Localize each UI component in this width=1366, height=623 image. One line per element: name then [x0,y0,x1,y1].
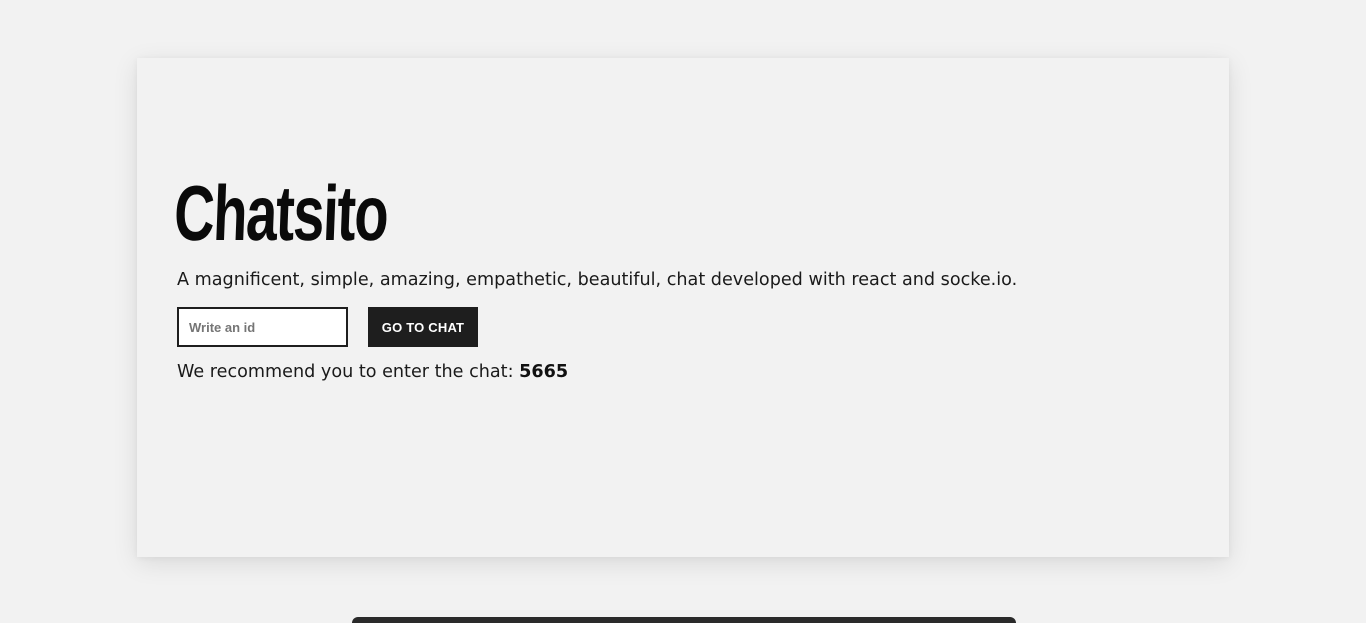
recommendation-prefix: We recommend you to enter the chat: [177,362,514,382]
welcome-card: Chatsito A magnificent, simple, amazing,… [137,58,1229,557]
go-to-chat-button[interactable]: GO TO CHAT [368,307,478,347]
chat-id-input[interactable] [177,307,348,347]
recommendation-text: We recommend you to enter the chat: 5665 [177,360,568,384]
app-logo-title: Chatsito [172,169,390,257]
next-section-edge [352,617,1016,623]
recommended-chat-id: 5665 [519,362,569,382]
app-tagline: A magnificent, simple, amazing, empathet… [177,270,1018,290]
